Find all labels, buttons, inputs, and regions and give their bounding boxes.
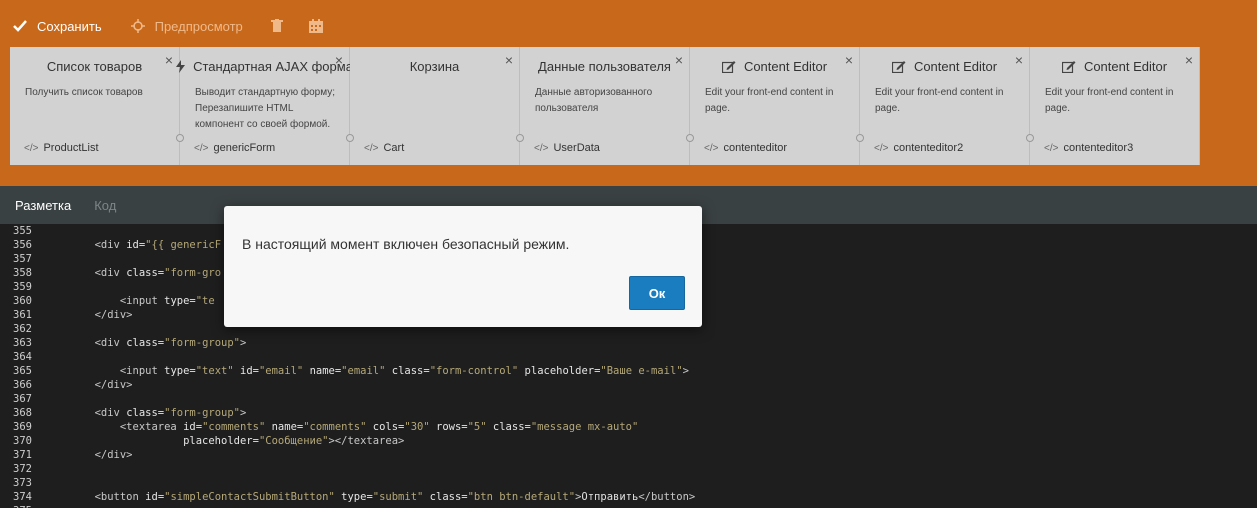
safe-mode-dialog: В настоящий момент включен безопасный ре…: [224, 206, 702, 327]
dialog-message: В настоящий момент включен безопасный ре…: [242, 236, 570, 252]
app-root: Сохранить Предпросмотр × Список товаров По…: [0, 0, 1257, 508]
ok-button[interactable]: Ок: [629, 276, 685, 310]
